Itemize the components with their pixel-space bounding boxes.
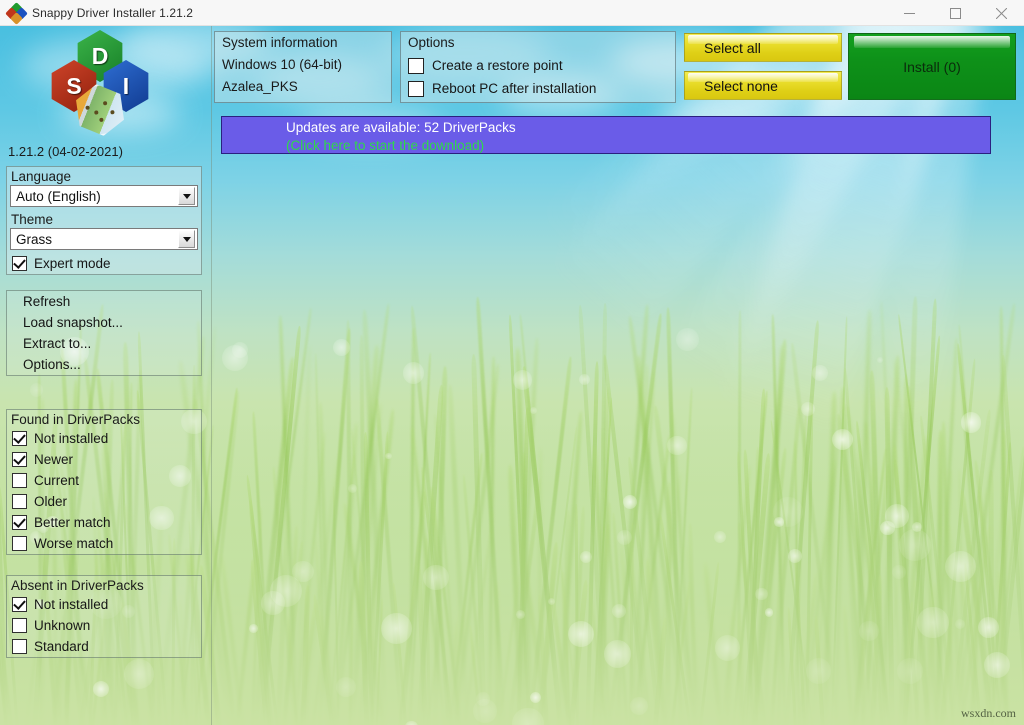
updates-download-link: (Click here to start the download) xyxy=(286,138,484,153)
minimize-icon[interactable] xyxy=(886,0,932,26)
maximize-icon[interactable] xyxy=(932,0,978,26)
checkbox-icon xyxy=(12,452,27,467)
found-in-driverpacks-label-1: Newer xyxy=(34,452,73,467)
sdi-logo-icon xyxy=(7,4,25,22)
absent-in-driverpacks-panel: Absent in DriverPacks Not installed Unknow… xyxy=(6,575,202,658)
sidebar-menu-item-0[interactable]: Refresh xyxy=(7,291,201,312)
sidebar-menu-item-3[interactable]: Options... xyxy=(7,354,201,375)
checkbox-icon xyxy=(12,639,27,654)
checkbox-icon xyxy=(12,473,27,488)
found-in-driverpacks-checkbox-3[interactable]: Older xyxy=(7,491,201,512)
found-in-driverpacks-label-2: Current xyxy=(34,473,79,488)
expert-mode-checkbox[interactable]: Expert mode xyxy=(7,253,201,274)
application-window: Snappy Driver Installer 1.21.2 D S I 1.2… xyxy=(0,0,1024,725)
checkbox-icon xyxy=(12,431,27,446)
version-label: 1.21.2 (04-02-2021) xyxy=(8,144,123,159)
select-none-button[interactable]: Select none xyxy=(684,71,842,100)
found-in-driverpacks-label-3: Older xyxy=(34,494,67,509)
options-checkbox-1[interactable]: Reboot PC after installation xyxy=(401,77,675,100)
found-in-driverpacks-checkbox-2[interactable]: Current xyxy=(7,470,201,491)
absent-in-driverpacks-checkbox-2[interactable]: Standard xyxy=(7,636,201,657)
options-title: Options xyxy=(401,32,675,54)
language-select[interactable]: Auto (English) xyxy=(10,185,198,207)
language-value: Auto (English) xyxy=(11,189,178,204)
chevron-down-icon[interactable] xyxy=(178,187,195,205)
select-all-button[interactable]: Select all xyxy=(684,33,842,62)
system-information-os: Windows 10 (64-bit) xyxy=(215,54,391,76)
window-title: Snappy Driver Installer 1.21.2 xyxy=(32,6,193,20)
window-controls xyxy=(886,0,1024,26)
checkbox-icon xyxy=(408,58,424,74)
absent-in-driverpacks-checkbox-0[interactable]: Not installed xyxy=(7,594,201,615)
options-checkbox-0[interactable]: Create a restore point xyxy=(401,54,675,77)
found-in-driverpacks-checkbox-4[interactable]: Better match xyxy=(7,512,201,533)
absent-in-driverpacks-label-2: Standard xyxy=(34,639,89,654)
system-information-title: System information xyxy=(215,32,391,54)
found-in-driverpacks-checkbox-1[interactable]: Newer xyxy=(7,449,201,470)
checkbox-icon xyxy=(12,494,27,509)
absent-in-driverpacks-title: Absent in DriverPacks xyxy=(7,576,201,594)
found-in-driverpacks-label-0: Not installed xyxy=(34,431,108,446)
updates-available-text: Updates are available: 52 DriverPacks xyxy=(286,120,516,135)
watermark: wsxdn.com xyxy=(961,706,1016,721)
absent-in-driverpacks-checkbox-1[interactable]: Unknown xyxy=(7,615,201,636)
theme-select[interactable]: Grass xyxy=(10,228,198,250)
checkbox-icon xyxy=(12,536,27,551)
select-none-label: Select none xyxy=(685,78,778,94)
sidebar: D S I 1.21.2 (04-02-2021) Language Auto … xyxy=(0,26,211,725)
theme-value: Grass xyxy=(11,232,178,247)
found-in-driverpacks-panel: Found in DriverPacks Not installed Newer Cu… xyxy=(6,409,202,555)
options-label-1: Reboot PC after installation xyxy=(432,81,596,96)
install-label: Install (0) xyxy=(903,59,961,75)
sidebar-divider xyxy=(211,26,212,725)
absent-in-driverpacks-label-0: Not installed xyxy=(34,597,108,612)
sdi-logo: D S I xyxy=(46,30,154,138)
install-button[interactable]: Install (0) xyxy=(848,33,1016,100)
system-information-panel: System information Windows 10 (64-bit) A… xyxy=(214,31,392,103)
options-panel: Options Create a restore point Reboot PC … xyxy=(400,31,676,103)
found-in-driverpacks-title: Found in DriverPacks xyxy=(7,410,201,428)
checkbox-icon xyxy=(12,515,27,530)
checkbox-icon xyxy=(408,81,424,97)
checkbox-icon xyxy=(12,618,27,633)
options-label-0: Create a restore point xyxy=(432,58,563,73)
title-bar: Snappy Driver Installer 1.21.2 xyxy=(0,0,1024,26)
close-icon[interactable] xyxy=(978,0,1024,26)
system-information-machine: Azalea_PKS xyxy=(215,76,391,98)
sun-rays xyxy=(384,26,1024,606)
absent-in-driverpacks-label-1: Unknown xyxy=(34,618,90,633)
found-in-driverpacks-label-4: Better match xyxy=(34,515,111,530)
updates-available-banner[interactable]: Updates are available: 52 DriverPacks (C… xyxy=(221,116,991,154)
chevron-down-icon[interactable] xyxy=(178,230,195,248)
settings-panel: Language Auto (English) Theme Grass Expe… xyxy=(6,166,202,275)
select-all-label: Select all xyxy=(685,40,761,56)
found-in-driverpacks-label-5: Worse match xyxy=(34,536,113,551)
expert-mode-label: Expert mode xyxy=(34,256,111,271)
checkbox-icon xyxy=(12,597,27,612)
found-in-driverpacks-checkbox-0[interactable]: Not installed xyxy=(7,428,201,449)
sidebar-menu-panel: Refresh Load snapshot... Extract to... Opti… xyxy=(6,290,202,376)
checkbox-icon xyxy=(12,256,27,271)
sidebar-menu-item-1[interactable]: Load snapshot... xyxy=(7,312,201,333)
found-in-driverpacks-checkbox-5[interactable]: Worse match xyxy=(7,533,201,554)
theme-label: Theme xyxy=(7,210,201,228)
language-label: Language xyxy=(7,167,201,185)
logo-area: D S I xyxy=(0,26,211,144)
sidebar-menu-item-2[interactable]: Extract to... xyxy=(7,333,201,354)
